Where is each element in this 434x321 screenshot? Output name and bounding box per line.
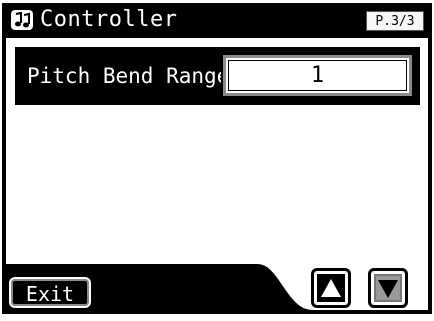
scroll-down-button[interactable] xyxy=(368,268,408,308)
music-notes-icon xyxy=(11,10,33,30)
scroll-up-button[interactable] xyxy=(311,268,351,308)
arrow-down-icon xyxy=(374,274,402,302)
controller-screen: Controller P.3/3 Pitch Bend Range 1 Exit xyxy=(0,0,434,321)
parameter-value-field[interactable]: 1 xyxy=(221,53,414,98)
title-bar: Controller P.3/3 xyxy=(2,3,432,38)
page-title: Controller xyxy=(40,7,178,32)
page-indicator: P.3/3 xyxy=(366,11,424,31)
parameter-label: Pitch Bend Range xyxy=(27,64,230,88)
parameter-row-pitch-bend-range[interactable]: Pitch Bend Range 1 xyxy=(15,47,420,105)
arrow-up-icon xyxy=(317,274,345,302)
exit-button[interactable]: Exit xyxy=(9,277,91,308)
bottom-bar: Exit xyxy=(2,264,432,314)
